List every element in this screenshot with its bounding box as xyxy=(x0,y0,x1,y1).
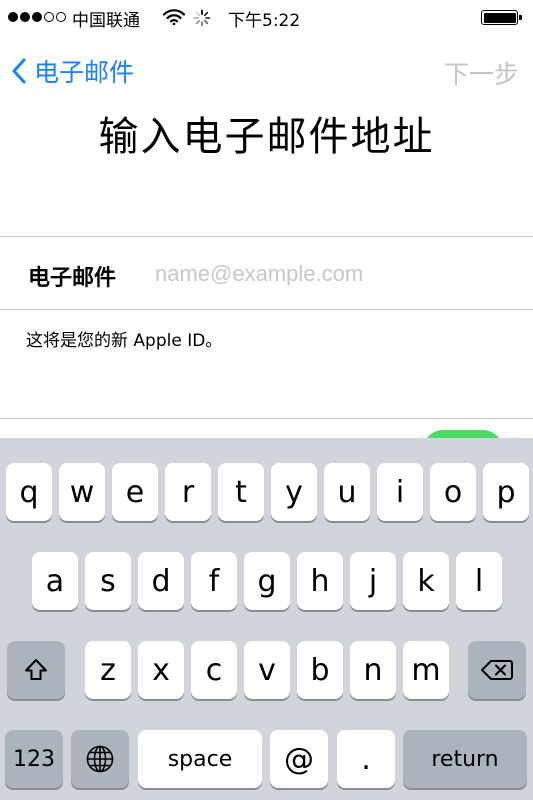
key-y[interactable]: y xyxy=(271,463,317,521)
back-button[interactable]: 电子邮件 xyxy=(12,53,134,89)
apple-id-hint: 这将是您的新 Apple ID。 xyxy=(26,331,223,351)
status-bar: 中国联通 下午5:22 xyxy=(0,0,533,36)
numbers-key[interactable]: 123 xyxy=(5,730,63,788)
delete-key[interactable] xyxy=(468,641,526,699)
shift-key[interactable] xyxy=(7,641,65,699)
keyboard: qwertyuiop asdfghjkl zxcvbnm 123 space @… xyxy=(0,438,533,800)
key-t[interactable]: t xyxy=(218,463,264,521)
space-key[interactable]: space xyxy=(138,730,262,788)
key-j[interactable]: j xyxy=(350,552,396,610)
key-x[interactable]: x xyxy=(138,641,184,699)
key-l[interactable]: l xyxy=(456,552,502,610)
key-n[interactable]: n xyxy=(350,641,396,699)
status-time: 下午5:22 xyxy=(228,11,301,31)
key-k[interactable]: k xyxy=(403,552,449,610)
signal-strength-icon xyxy=(8,12,66,22)
shift-icon xyxy=(25,659,47,680)
key-g[interactable]: g xyxy=(244,552,290,610)
divider xyxy=(0,236,533,237)
divider xyxy=(0,309,533,310)
key-r[interactable]: r xyxy=(165,463,211,521)
key-p[interactable]: p xyxy=(483,463,529,521)
key-e[interactable]: e xyxy=(112,463,158,521)
key-q[interactable]: q xyxy=(6,463,52,521)
backspace-icon xyxy=(481,660,513,680)
key-d[interactable]: d xyxy=(138,552,184,610)
back-button-label: 电子邮件 xyxy=(34,58,135,87)
at-key[interactable]: @ xyxy=(270,730,328,788)
return-key[interactable]: return xyxy=(403,730,527,788)
activity-spinner-icon xyxy=(193,9,211,32)
key-m[interactable]: m xyxy=(403,641,449,699)
key-w[interactable]: w xyxy=(59,463,105,521)
battery-icon xyxy=(481,10,522,25)
key-s[interactable]: s xyxy=(85,552,131,610)
globe-key[interactable] xyxy=(71,730,129,788)
divider xyxy=(0,418,533,419)
key-h[interactable]: h xyxy=(297,552,343,610)
dot-key[interactable]: . xyxy=(337,730,395,788)
email-field-label: 电子邮件 xyxy=(28,266,117,291)
page-title: 输入电子邮件地址 xyxy=(98,114,435,160)
key-f[interactable]: f xyxy=(191,552,237,610)
key-u[interactable]: u xyxy=(324,463,370,521)
key-v[interactable]: v xyxy=(244,641,290,699)
key-c[interactable]: c xyxy=(191,641,237,699)
chevron-left-icon xyxy=(12,58,26,84)
key-a[interactable]: a xyxy=(32,552,78,610)
next-button[interactable]: 下一步 xyxy=(444,55,519,91)
key-z[interactable]: z xyxy=(85,641,131,699)
wifi-icon xyxy=(162,9,186,30)
key-o[interactable]: o xyxy=(430,463,476,521)
email-field[interactable] xyxy=(155,254,515,294)
carrier-name: 中国联通 xyxy=(72,11,140,31)
key-i[interactable]: i xyxy=(377,463,423,521)
key-b[interactable]: b xyxy=(297,641,343,699)
globe-icon xyxy=(86,745,114,773)
